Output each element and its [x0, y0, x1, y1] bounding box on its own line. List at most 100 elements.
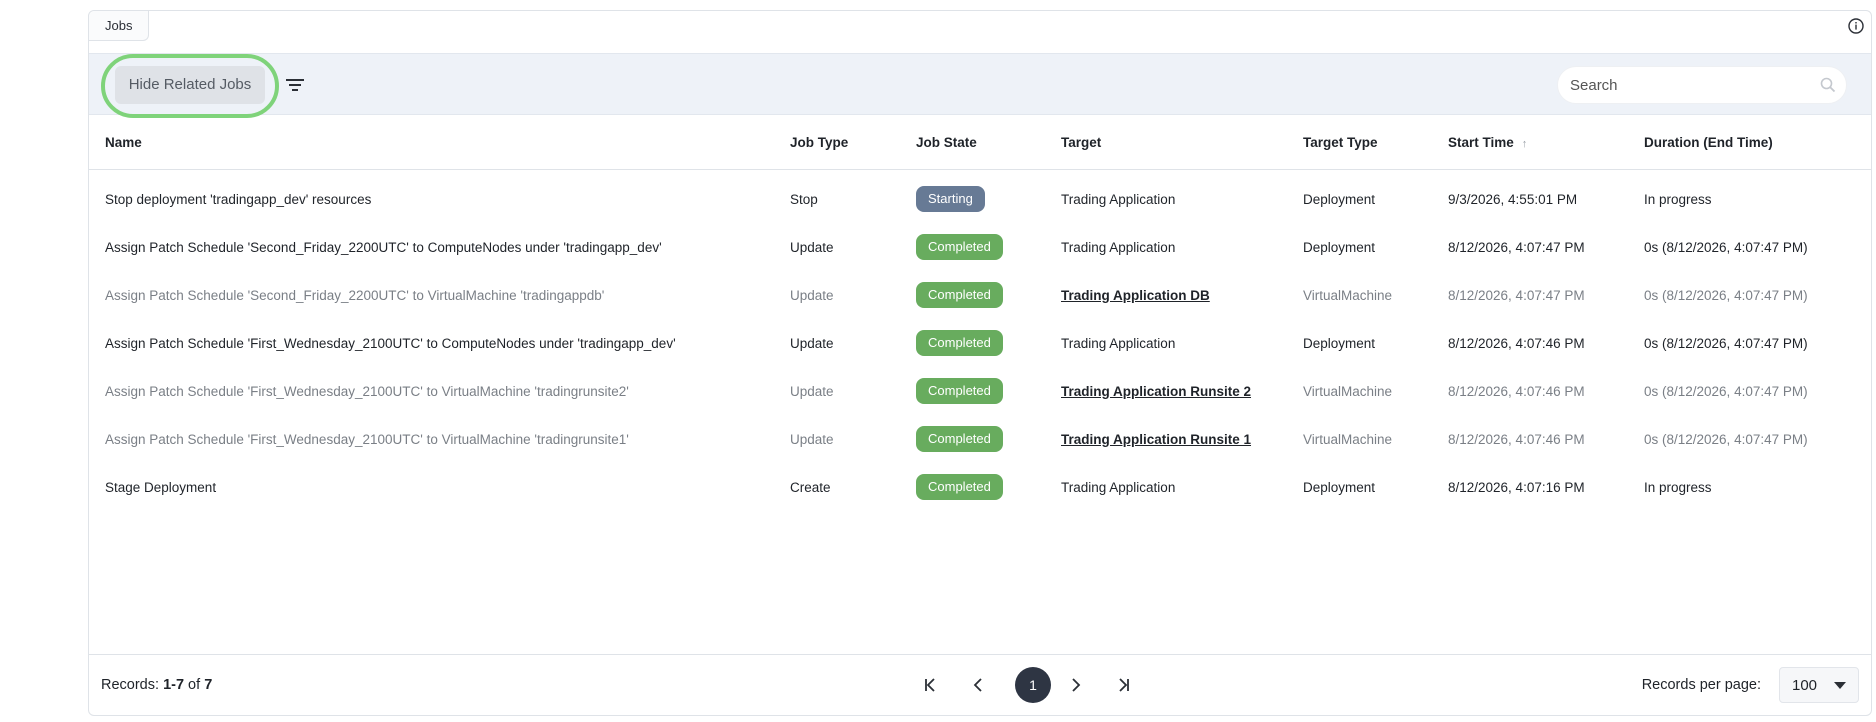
- column-header-target-type[interactable]: Target Type: [1303, 117, 1448, 170]
- cell-job-state: Completed: [916, 463, 1061, 511]
- search-icon[interactable]: [1820, 77, 1836, 93]
- search-input[interactable]: [1570, 67, 1810, 103]
- cell-target: Trading Application: [1061, 479, 1176, 495]
- column-header-start-time[interactable]: Start Time ↑: [1448, 117, 1644, 170]
- hide-related-jobs-button[interactable]: Hide Related Jobs: [115, 66, 265, 104]
- cell-target-type: Deployment: [1303, 239, 1376, 255]
- cell-target-type: VirtualMachine: [1303, 287, 1393, 303]
- status-badge: Starting: [916, 186, 985, 213]
- records-of: of: [184, 677, 205, 693]
- table-row[interactable]: Assign Patch Schedule 'Second_Friday_220…: [89, 271, 1871, 319]
- cell-duration: 0s (8/12/2026, 4:07:47 PM): [1644, 287, 1808, 303]
- cell-start-time: 9/3/2026, 4:55:01 PM: [1448, 191, 1578, 207]
- jobs-toolbar: Hide Related Jobs: [89, 53, 1871, 118]
- target-link[interactable]: Trading Application DB: [1061, 288, 1210, 303]
- cell-name: Assign Patch Schedule 'Second_Friday_220…: [105, 239, 662, 255]
- cell-job-type: Update: [790, 335, 834, 351]
- previous-page-button[interactable]: [959, 665, 999, 705]
- table-row[interactable]: Assign Patch Schedule 'First_Wednesday_2…: [89, 367, 1871, 415]
- cell-start-time: 8/12/2026, 4:07:16 PM: [1448, 479, 1585, 495]
- last-page-button[interactable]: [1103, 665, 1143, 705]
- table-row[interactable]: Assign Patch Schedule 'First_Wednesday_2…: [89, 415, 1871, 463]
- first-page-button[interactable]: [911, 665, 951, 705]
- filter-icon[interactable]: [283, 73, 307, 97]
- column-header-duration[interactable]: Duration (End Time): [1644, 117, 1871, 170]
- cell-target: Trading Application DB: [1061, 271, 1303, 319]
- cell-target: Trading Application: [1061, 335, 1176, 351]
- cell-duration: 0s (8/12/2026, 4:07:47 PM): [1644, 383, 1808, 399]
- sort-ascending-icon: ↑: [1521, 138, 1528, 151]
- records-per-page-label: Records per page:: [1641, 677, 1761, 693]
- last-page-icon: [1119, 678, 1129, 692]
- cell-name: Assign Patch Schedule 'First_Wednesday_2…: [105, 431, 629, 447]
- table-footer: Records: 1-7 of 7 1 Records per page: 10…: [89, 654, 1871, 715]
- records-per-page-value: 100: [1792, 677, 1818, 694]
- table-row[interactable]: Stage Deployment Create Completed Tradin…: [89, 463, 1871, 511]
- column-header-target[interactable]: Target: [1061, 117, 1303, 170]
- status-badge: Completed: [916, 234, 1003, 260]
- jobs-table: Name Job Type Job State Target Target Ty…: [89, 117, 1871, 511]
- records-per-page-select[interactable]: 100: [1779, 667, 1859, 703]
- chevron-right-icon: [1072, 678, 1081, 692]
- cell-job-state: Completed: [916, 319, 1061, 367]
- start-time-label: Start Time: [1448, 135, 1514, 151]
- page-button-current[interactable]: 1: [1015, 667, 1051, 703]
- status-badge: Completed: [916, 378, 1003, 404]
- records-count: Records: 1-7 of 7: [101, 677, 212, 693]
- status-badge: Completed: [916, 426, 1003, 452]
- cell-job-state: Starting: [916, 169, 1061, 223]
- target-link[interactable]: Trading Application Runsite 2: [1061, 384, 1251, 399]
- cell-name: Assign Patch Schedule 'First_Wednesday_2…: [105, 335, 676, 351]
- cell-target-type: Deployment: [1303, 335, 1376, 351]
- cell-name: Assign Patch Schedule 'First_Wednesday_2…: [105, 383, 629, 399]
- chevron-left-icon: [973, 678, 982, 692]
- cell-target-type: Deployment: [1303, 191, 1376, 207]
- cell-target: Trading Application: [1061, 191, 1176, 207]
- cell-duration: In progress: [1644, 191, 1712, 207]
- cell-start-time: 8/12/2026, 4:07:46 PM: [1448, 335, 1585, 351]
- cell-start-time: 8/12/2026, 4:07:47 PM: [1448, 287, 1585, 303]
- info-icon[interactable]: [1847, 17, 1865, 35]
- cell-job-state: Completed: [916, 415, 1061, 463]
- cell-target-type: VirtualMachine: [1303, 383, 1393, 399]
- status-badge: Completed: [916, 474, 1003, 500]
- cell-job-type: Update: [790, 287, 834, 303]
- cell-job-type: Update: [790, 431, 834, 447]
- cell-target: Trading Application: [1061, 239, 1176, 255]
- table-row[interactable]: Assign Patch Schedule 'First_Wednesday_2…: [89, 319, 1871, 367]
- column-header-job-state[interactable]: Job State: [916, 117, 1061, 170]
- cell-target: Trading Application Runsite 2: [1061, 367, 1303, 415]
- cell-duration: 0s (8/12/2026, 4:07:47 PM): [1644, 239, 1808, 255]
- cell-name: Stop deployment 'tradingapp_dev' resourc…: [105, 191, 372, 207]
- cell-job-type: Stop: [790, 191, 818, 207]
- cell-target-type: VirtualMachine: [1303, 431, 1393, 447]
- cell-job-type: Update: [790, 383, 834, 399]
- cell-name: Assign Patch Schedule 'Second_Friday_220…: [105, 287, 605, 303]
- column-header-job-type[interactable]: Job Type: [790, 117, 916, 170]
- table-row[interactable]: Assign Patch Schedule 'Second_Friday_220…: [89, 223, 1871, 271]
- cell-target: Trading Application Runsite 1: [1061, 415, 1303, 463]
- table-row[interactable]: Stop deployment 'tradingapp_dev' resourc…: [89, 169, 1871, 223]
- pagination: 1: [829, 665, 1169, 705]
- first-page-icon: [925, 678, 935, 692]
- records-total: 7: [204, 677, 213, 693]
- target-link[interactable]: Trading Application Runsite 1: [1061, 432, 1251, 447]
- status-badge: Completed: [916, 282, 1003, 308]
- column-header-name[interactable]: Name: [89, 117, 790, 170]
- records-range: 1-7: [163, 677, 185, 693]
- table-header-row: Name Job Type Job State Target Target Ty…: [89, 117, 1871, 170]
- cell-job-state: Completed: [916, 223, 1061, 271]
- cell-target-type: Deployment: [1303, 479, 1376, 495]
- search-box: [1557, 66, 1847, 104]
- cell-duration: In progress: [1644, 479, 1712, 495]
- cell-start-time: 8/12/2026, 4:07:47 PM: [1448, 239, 1585, 255]
- caret-down-icon: [1834, 682, 1846, 689]
- cell-duration: 0s (8/12/2026, 4:07:47 PM): [1644, 335, 1808, 351]
- status-badge: Completed: [916, 330, 1003, 356]
- jobs-panel: Jobs Hide Related Jobs Name Job Type Job…: [88, 10, 1872, 716]
- next-page-button[interactable]: [1055, 665, 1095, 705]
- cell-duration: 0s (8/12/2026, 4:07:47 PM): [1644, 431, 1808, 447]
- tab-jobs[interactable]: Jobs: [89, 11, 150, 41]
- cell-job-state: Completed: [916, 271, 1061, 319]
- cell-job-type: Update: [790, 239, 834, 255]
